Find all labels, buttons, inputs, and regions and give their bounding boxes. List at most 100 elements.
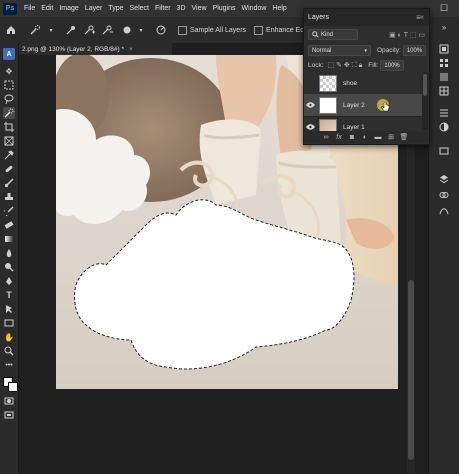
menu-edit[interactable]: Edit <box>38 5 56 12</box>
quick-selection-tool-icon[interactable] <box>3 107 15 119</box>
delete-layer-icon[interactable]: 🗑︎ <box>399 132 409 142</box>
eraser-tool-icon[interactable] <box>3 219 15 231</box>
menu-type[interactable]: Type <box>105 5 126 12</box>
lock-label: Lock: <box>308 62 324 69</box>
blur-tool-icon[interactable] <box>3 247 15 259</box>
chevron-down-icon[interactable]: ▾ <box>44 23 58 37</box>
add-mask-icon[interactable]: ◙ <box>347 132 357 142</box>
libraries-panel-icon[interactable] <box>437 145 451 157</box>
blend-row: Normal ▾ Opacity: 100% <box>304 45 433 56</box>
close-tab-icon[interactable]: × <box>129 46 133 53</box>
sample-all-layers-checkbox[interactable] <box>178 25 187 35</box>
brush-tool-icon[interactable] <box>3 177 15 189</box>
layer-kind-filter[interactable]: Kind <box>308 29 358 40</box>
hand-cursor-icon <box>381 102 390 112</box>
panel-toggle-icon[interactable]: » <box>437 21 451 33</box>
home-icon[interactable] <box>4 23 18 37</box>
new-selection-icon[interactable] <box>64 23 78 37</box>
layer-filter-row: Kind ▣ ◐ T ⬚ ▭ <box>304 29 433 40</box>
properties-panel-icon[interactable] <box>437 107 451 119</box>
quick-mask-icon[interactable] <box>3 395 15 407</box>
more-tools-icon[interactable]: ••• <box>3 359 15 371</box>
move-tool-icon[interactable]: ✥ <box>3 65 15 77</box>
layers-panel-icon[interactable] <box>437 173 451 185</box>
type-tool-icon[interactable]: T <box>3 289 15 301</box>
menu-3d[interactable]: 3D <box>174 5 189 12</box>
document-tab[interactable]: 2.png @ 130% (Layer 2, RGB/8#) * × <box>18 43 172 55</box>
layer-row-shoe[interactable]: shoe <box>304 72 422 95</box>
eyedropper-tool-icon[interactable] <box>3 149 15 161</box>
menu-image[interactable]: Image <box>56 5 81 12</box>
lock-row: Lock: ⬚ ✎ ✥ ⛶ 🔒︎ Fill: 100% <box>304 60 433 71</box>
layer-thumbnail <box>319 74 337 92</box>
zoom-tool-icon[interactable] <box>3 345 15 357</box>
new-group-icon[interactable]: ▬ <box>373 132 383 142</box>
layers-scrollbar-thumb[interactable] <box>423 74 427 96</box>
rectangle-tool-icon[interactable] <box>3 317 15 329</box>
eye-icon[interactable] <box>304 102 316 108</box>
enhance-edge-checkbox[interactable] <box>254 25 264 35</box>
paths-panel-icon[interactable] <box>437 205 451 217</box>
fill-input[interactable]: 100% <box>380 60 404 71</box>
document-tab-title: 2.png @ 130% (Layer 2, RGB/8#) * <box>22 45 124 53</box>
opacity-input[interactable]: 100% <box>402 45 427 56</box>
menu-view[interactable]: View <box>189 5 210 12</box>
menu-plugins[interactable]: Plugins <box>210 5 239 12</box>
adjustments-panel-icon[interactable] <box>437 121 451 133</box>
frame-tool-icon[interactable] <box>3 135 15 147</box>
layers-scrollbar[interactable] <box>422 72 428 130</box>
screen-mode-icon[interactable] <box>3 409 15 421</box>
layers-footer: ∞ fx ◙ ◐ ▬ ⊞ 🗑︎ <box>304 131 429 143</box>
hand-tool-icon[interactable]: ✋ <box>3 331 15 343</box>
filter-icons[interactable]: ▣ ◐ T ⬚ ▭ <box>389 31 425 39</box>
photoshop-logo: Ps <box>3 2 17 15</box>
layer-name: Layer 1 <box>343 123 365 131</box>
adjustment-layer-icon[interactable]: ◐ <box>360 132 370 142</box>
menu-file[interactable]: File <box>21 5 38 12</box>
brush-angle-icon[interactable] <box>154 23 168 37</box>
menu-filter[interactable]: Filter <box>152 5 174 12</box>
gradient-tool-icon[interactable] <box>3 233 15 245</box>
color-panel-icon[interactable] <box>437 43 451 55</box>
fx-icon[interactable]: fx <box>334 132 344 142</box>
fill-label: Fill: <box>368 62 379 69</box>
layer-name: shoe <box>343 79 358 87</box>
marquee-tool-icon[interactable] <box>3 79 15 91</box>
chevron-down-icon: ▾ <box>364 47 367 54</box>
patterns-panel-icon[interactable] <box>437 85 451 97</box>
link-layers-icon[interactable]: ∞ <box>321 132 331 142</box>
layer-thumbnail <box>319 96 337 114</box>
clone-stamp-tool-icon[interactable] <box>3 191 15 203</box>
scrollbar-thumb[interactable] <box>408 280 414 460</box>
pen-tool-icon[interactable] <box>3 275 15 287</box>
eye-icon[interactable] <box>304 124 316 130</box>
menu-select[interactable]: Select <box>127 5 152 12</box>
quick-selection-tool-icon[interactable] <box>28 23 42 37</box>
lock-icons[interactable]: ⬚ ✎ ✥ ⛶ 🔒︎ <box>328 61 363 70</box>
crop-tool-icon[interactable] <box>3 121 15 133</box>
blend-mode-select[interactable]: Normal ▾ <box>308 45 371 56</box>
menu-help[interactable]: Help <box>269 5 289 12</box>
right-panel-strip: » <box>428 17 459 474</box>
sample-all-layers-option[interactable]: Sample All Layers <box>178 25 246 35</box>
gradients-panel-icon[interactable] <box>437 71 451 83</box>
maximize-button[interactable]: ☐ <box>436 0 452 17</box>
menu-window[interactable]: Window <box>239 5 270 12</box>
dodge-tool-icon[interactable] <box>3 261 15 273</box>
new-layer-icon[interactable]: ⊞ <box>386 132 396 142</box>
brush-options-chevron-icon[interactable]: ▾ <box>134 23 148 37</box>
lasso-tool-icon[interactable] <box>3 93 15 105</box>
history-brush-tool-icon[interactable] <box>3 205 15 217</box>
channels-panel-icon[interactable] <box>437 189 451 201</box>
adobe-express-icon[interactable]: A <box>3 48 15 60</box>
subtract-from-selection-icon[interactable] <box>100 23 114 37</box>
panel-menu-icon[interactable]: ≡ <box>416 13 421 22</box>
swatches-panel-icon[interactable] <box>437 57 451 69</box>
brush-size-icon[interactable] <box>120 23 134 37</box>
add-to-selection-icon[interactable] <box>82 23 96 37</box>
layer-row-layer-2[interactable]: Layer 2 <box>304 94 422 117</box>
healing-brush-tool-icon[interactable] <box>3 163 15 175</box>
path-selection-tool-icon[interactable] <box>3 303 15 315</box>
menu-layer[interactable]: Layer <box>82 5 106 12</box>
background-color-swatch[interactable] <box>8 382 18 392</box>
